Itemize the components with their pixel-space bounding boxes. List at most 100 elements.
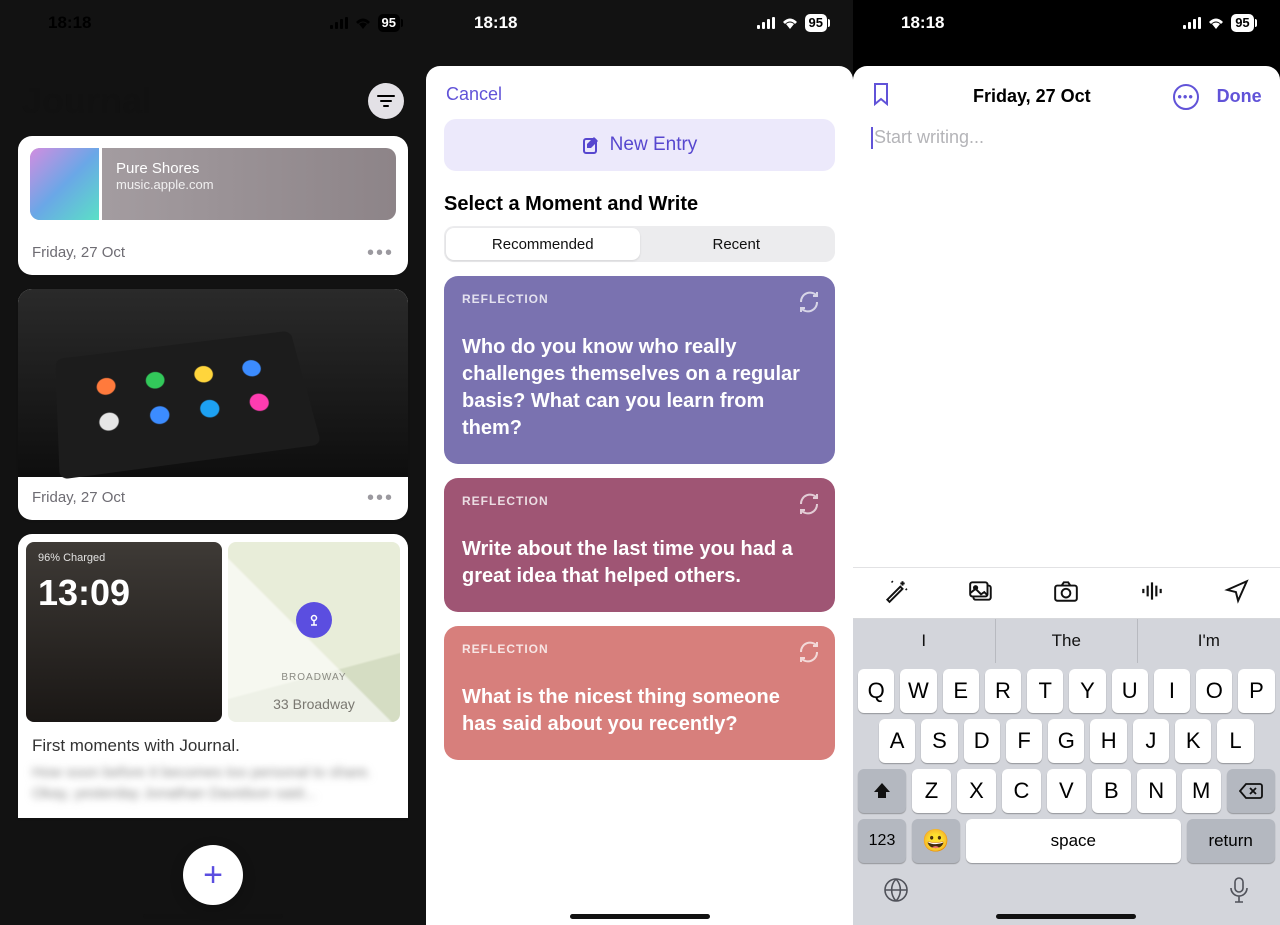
music-attachment[interactable]: Pure Shores music.apple.com [30, 148, 396, 220]
prompt-text: Write about the last time you had a grea… [462, 536, 817, 590]
letter-key[interactable]: P [1238, 669, 1274, 713]
gallery-icon[interactable] [968, 578, 994, 609]
home-indicator[interactable] [143, 914, 283, 919]
status-bar: 18:18 95 [0, 0, 426, 46]
battery-icon: 95 [378, 14, 400, 32]
letter-key[interactable]: V [1047, 769, 1086, 813]
refresh-prompt-button[interactable] [797, 492, 821, 521]
prompt-category: REFLECTION [462, 494, 817, 508]
prompt-category: REFLECTION [462, 642, 817, 656]
entry-preview-blurred: How soon before it becomes too personal … [18, 762, 408, 818]
editor-toolbar [853, 567, 1280, 619]
suggestion[interactable]: I [853, 619, 996, 663]
status-time: 18:18 [474, 13, 517, 33]
magic-icon[interactable] [883, 578, 909, 609]
letter-key[interactable]: C [1002, 769, 1041, 813]
letter-key[interactable]: F [1006, 719, 1042, 763]
status-bar: 18:18 95 [853, 0, 1280, 46]
letter-key[interactable]: N [1137, 769, 1176, 813]
home-indicator[interactable] [996, 914, 1136, 919]
letter-key[interactable]: W [900, 669, 936, 713]
cellular-icon [1183, 17, 1201, 29]
more-options-button[interactable]: ••• [1173, 84, 1199, 110]
new-entry-modal: 18:18 95 Cancel New Entry Select a Momen… [426, 0, 853, 925]
reflection-prompt-card[interactable]: REFLECTION Write about the last time you… [444, 478, 835, 612]
letter-key[interactable]: K [1175, 719, 1211, 763]
journal-entry-card[interactable]: 96% Charged 13:09 BROADWAY 33 Broadway F… [18, 534, 408, 818]
suggestion-bar: I The I'm [853, 619, 1280, 663]
status-bar: 18:18 95 [426, 0, 853, 46]
suggestion[interactable]: I'm [1138, 619, 1280, 663]
entry-editor-screen: 18:18 95 Friday, 27 Oct ••• Done Start w… [853, 0, 1280, 925]
letter-key[interactable]: D [964, 719, 1000, 763]
battery-icon: 95 [1231, 14, 1253, 32]
letter-key[interactable]: B [1092, 769, 1131, 813]
compose-icon [582, 135, 602, 155]
numeric-key[interactable]: 123 [858, 819, 906, 863]
letter-key[interactable]: L [1217, 719, 1253, 763]
location-icon[interactable] [1224, 578, 1250, 609]
journal-home-screen: 18:18 95 Journal Pure Shores music.apple… [0, 0, 426, 925]
reflection-prompt-card[interactable]: REFLECTION What is the nicest thing some… [444, 626, 835, 760]
keyboard: I The I'm QWERTYUIOP ASDFGHJKL ZXCVBNM 1… [853, 619, 1280, 925]
new-entry-fab[interactable]: + [183, 845, 243, 905]
letter-key[interactable]: S [921, 719, 957, 763]
more-button[interactable]: ••• [367, 495, 394, 501]
letter-key[interactable]: O [1196, 669, 1232, 713]
letter-key[interactable]: X [957, 769, 996, 813]
segment-recommended[interactable]: Recommended [446, 228, 640, 260]
new-entry-button[interactable]: New Entry [444, 119, 835, 171]
location-snapshot: BROADWAY 33 Broadway [228, 542, 400, 722]
segment-recent[interactable]: Recent [640, 228, 834, 260]
entry-date: Friday, 27 Oct [32, 489, 125, 506]
letter-key[interactable]: J [1133, 719, 1169, 763]
refresh-prompt-button[interactable] [797, 290, 821, 319]
home-indicator[interactable] [570, 914, 710, 919]
more-button[interactable]: ••• [367, 250, 394, 256]
done-button[interactable]: Done [1217, 86, 1262, 107]
emoji-key[interactable]: 😀 [912, 819, 960, 863]
suggestion[interactable]: The [996, 619, 1139, 663]
prompt-text: What is the nicest thing someone has sai… [462, 684, 817, 738]
cancel-button[interactable]: Cancel [426, 66, 853, 111]
lockscreen-snapshot: 96% Charged 13:09 [26, 542, 222, 722]
reflection-prompt-card[interactable]: REFLECTION Who do you know who really ch… [444, 276, 835, 464]
letter-key[interactable]: M [1182, 769, 1221, 813]
backspace-key[interactable] [1227, 769, 1275, 813]
entry-date-title: Friday, 27 Oct [973, 86, 1091, 107]
dictation-key[interactable] [1228, 876, 1250, 909]
return-key[interactable]: return [1187, 819, 1275, 863]
globe-key[interactable] [883, 877, 909, 908]
music-source: music.apple.com [116, 177, 214, 192]
location-address: 33 Broadway [273, 696, 355, 712]
letter-key[interactable]: Q [858, 669, 894, 713]
bookmark-button[interactable] [871, 82, 891, 111]
letter-key[interactable]: E [943, 669, 979, 713]
section-heading: Select a Moment and Write [426, 179, 853, 226]
letter-key[interactable]: U [1112, 669, 1148, 713]
letter-key[interactable]: A [879, 719, 915, 763]
entry-text-input[interactable]: Start writing... [853, 121, 1280, 567]
audio-icon[interactable] [1139, 578, 1165, 609]
entry-date: Friday, 27 Oct [32, 244, 125, 261]
letter-key[interactable]: T [1027, 669, 1063, 713]
space-key[interactable]: space [966, 819, 1181, 863]
letter-key[interactable]: R [985, 669, 1021, 713]
plus-icon: + [203, 856, 223, 895]
shift-key[interactable] [858, 769, 906, 813]
camera-icon[interactable] [1053, 578, 1079, 609]
letter-key[interactable]: I [1154, 669, 1190, 713]
entry-title: First moments with Journal. [18, 722, 408, 762]
prompt-text: Who do you know who really challenges th… [462, 334, 817, 442]
journal-entry-card[interactable]: Friday, 27 Oct ••• [18, 289, 408, 520]
cellular-icon [757, 17, 775, 29]
letter-key[interactable]: G [1048, 719, 1084, 763]
refresh-prompt-button[interactable] [797, 640, 821, 669]
letter-key[interactable]: H [1090, 719, 1126, 763]
filter-button[interactable] [368, 83, 404, 119]
status-time: 18:18 [48, 13, 91, 33]
letter-key[interactable]: Y [1069, 669, 1105, 713]
photo-attachment [18, 289, 408, 477]
letter-key[interactable]: Z [912, 769, 951, 813]
journal-entry-card[interactable]: Pure Shores music.apple.com Friday, 27 O… [18, 136, 408, 275]
